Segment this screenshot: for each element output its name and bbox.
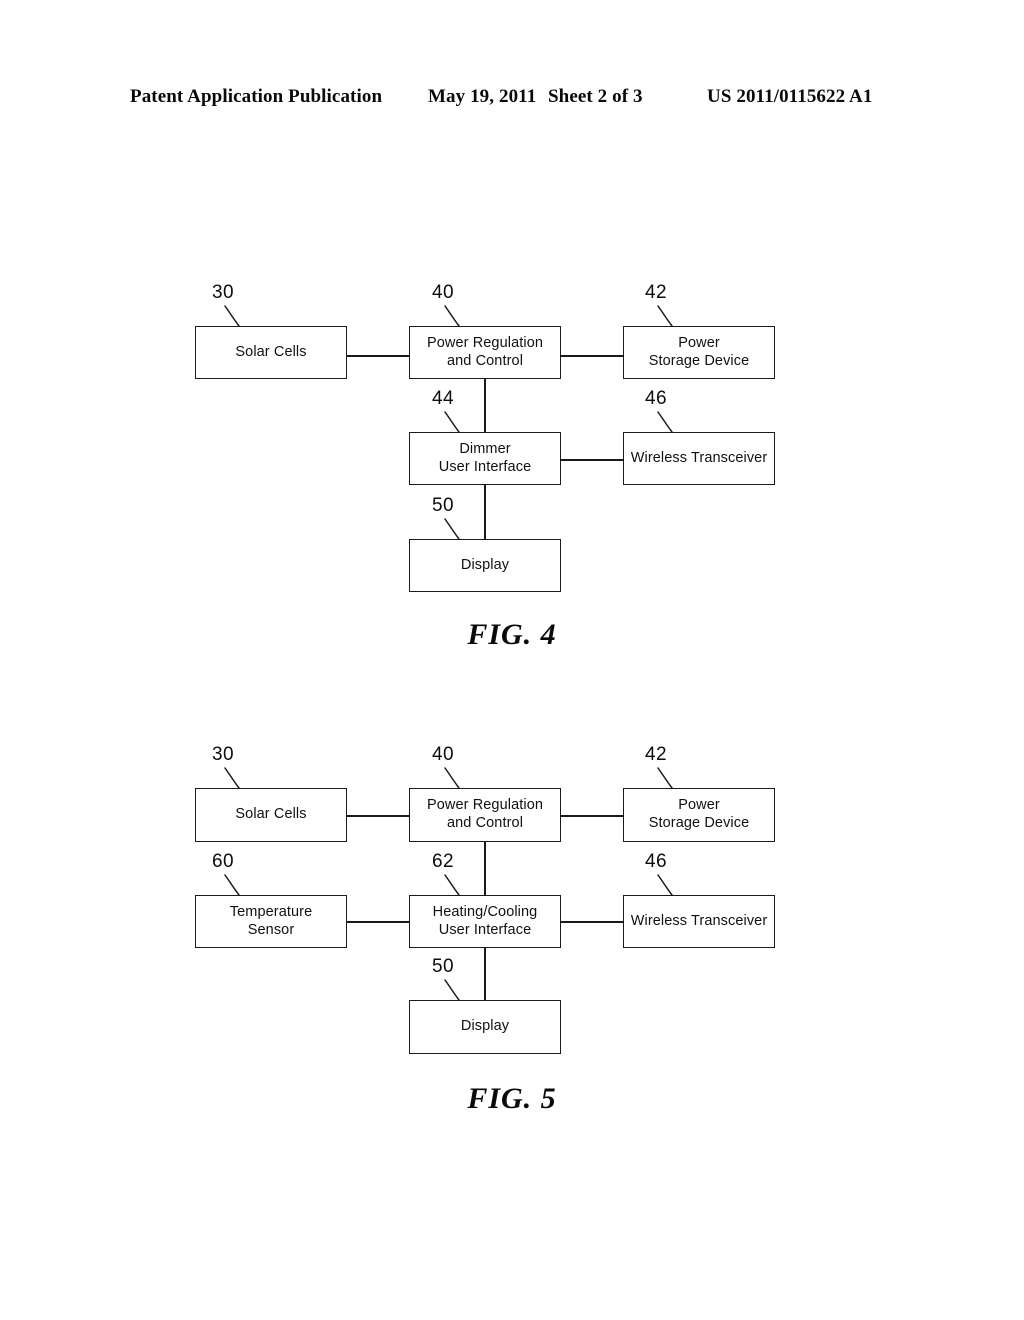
figure-5: Solar Cells Power Regulation and Control… — [0, 730, 1024, 1140]
connector-power-regulation-to-storage — [561, 815, 623, 817]
node-label: Wireless Transceiver — [630, 912, 768, 929]
node-label: Power Storage Device — [648, 334, 750, 369]
node-label: Power Storage Device — [648, 797, 750, 831]
leader-line-62 — [444, 874, 460, 896]
node-heating-cooling-user-interface[interactable]: Heating/Cooling User Interface — [409, 895, 561, 948]
node-wireless-transceiver[interactable]: Wireless Transceiver — [623, 895, 775, 948]
leader-line-42 — [657, 305, 673, 327]
node-solar-cells[interactable]: Solar Cells — [195, 326, 347, 379]
reference-numeral-62: 62 — [432, 851, 454, 872]
leader-line-50 — [444, 518, 460, 540]
reference-numeral-40: 40 — [432, 282, 454, 303]
node-label: Display — [460, 1018, 510, 1035]
connector-power-regulation-to-storage — [561, 355, 623, 357]
patent-number: US 2011/0115622 A1 — [707, 86, 873, 107]
node-solar-cells[interactable]: Solar Cells — [195, 788, 347, 842]
node-temperature-sensor[interactable]: Temperature Sensor — [195, 895, 347, 948]
node-label: Heating/Cooling User Interface — [432, 903, 538, 938]
figure-5-caption: FIG. 5 — [467, 1082, 557, 1115]
connector-solar-to-power-regulation — [347, 815, 409, 817]
figure-4-caption: FIG. 4 — [467, 618, 557, 651]
connector-power-regulation-to-dimmer — [484, 379, 486, 432]
reference-numeral-42: 42 — [645, 744, 667, 765]
reference-numeral-44: 44 — [432, 388, 454, 409]
connector-dimmer-to-display — [484, 485, 486, 539]
node-label: Power Regulation and Control — [426, 797, 544, 831]
leader-line-40 — [444, 767, 460, 789]
reference-numeral-60: 60 — [212, 851, 234, 872]
leader-line-30 — [224, 305, 240, 327]
node-label: Power Regulation and Control — [426, 334, 544, 369]
node-label: Solar Cells — [235, 806, 307, 823]
node-label: Dimmer User Interface — [438, 440, 532, 475]
node-label: Display — [460, 556, 510, 573]
node-power-storage-device[interactable]: Power Storage Device — [623, 788, 775, 842]
node-display[interactable]: Display — [409, 539, 561, 592]
leader-line-46 — [657, 874, 673, 896]
node-wireless-transceiver[interactable]: Wireless Transceiver — [623, 432, 775, 485]
node-power-regulation-and-control[interactable]: Power Regulation and Control — [409, 788, 561, 842]
node-label: Wireless Transceiver — [630, 449, 768, 466]
reference-numeral-30: 30 — [212, 282, 234, 303]
leader-line-40 — [444, 305, 460, 327]
reference-numeral-40: 40 — [432, 744, 454, 765]
leader-line-44 — [444, 411, 460, 433]
reference-numeral-50: 50 — [432, 495, 454, 516]
connector-hvac-ui-to-display — [484, 948, 486, 1000]
leader-line-50 — [444, 979, 460, 1001]
publication-date: May 19, 2011 — [428, 86, 537, 107]
connector-temperature-sensor-to-hvac-ui — [347, 921, 409, 923]
node-display[interactable]: Display — [409, 1000, 561, 1054]
reference-numeral-46: 46 — [645, 851, 667, 872]
leader-line-42 — [657, 767, 673, 789]
connector-hvac-ui-to-transceiver — [561, 921, 623, 923]
page-header: Patent Application Publication May 19, 2… — [0, 86, 1024, 114]
connector-dimmer-to-transceiver — [561, 459, 623, 461]
sheet-number: Sheet 2 of 3 — [548, 86, 643, 107]
reference-numeral-50: 50 — [432, 956, 454, 977]
connector-power-regulation-to-hvac-ui — [484, 842, 486, 895]
node-label: Solar Cells — [235, 343, 307, 360]
leader-line-60 — [224, 874, 240, 896]
node-dimmer-user-interface[interactable]: Dimmer User Interface — [409, 432, 561, 485]
reference-numeral-30: 30 — [212, 744, 234, 765]
node-power-regulation-and-control[interactable]: Power Regulation and Control — [409, 326, 561, 379]
reference-numeral-42: 42 — [645, 282, 667, 303]
leader-line-46 — [657, 411, 673, 433]
node-power-storage-device[interactable]: Power Storage Device — [623, 326, 775, 379]
node-label: Temperature Sensor — [229, 903, 313, 938]
reference-numeral-46: 46 — [645, 388, 667, 409]
leader-line-30 — [224, 767, 240, 789]
connector-solar-to-power-regulation — [347, 355, 409, 357]
publication-title: Patent Application Publication — [130, 86, 383, 107]
